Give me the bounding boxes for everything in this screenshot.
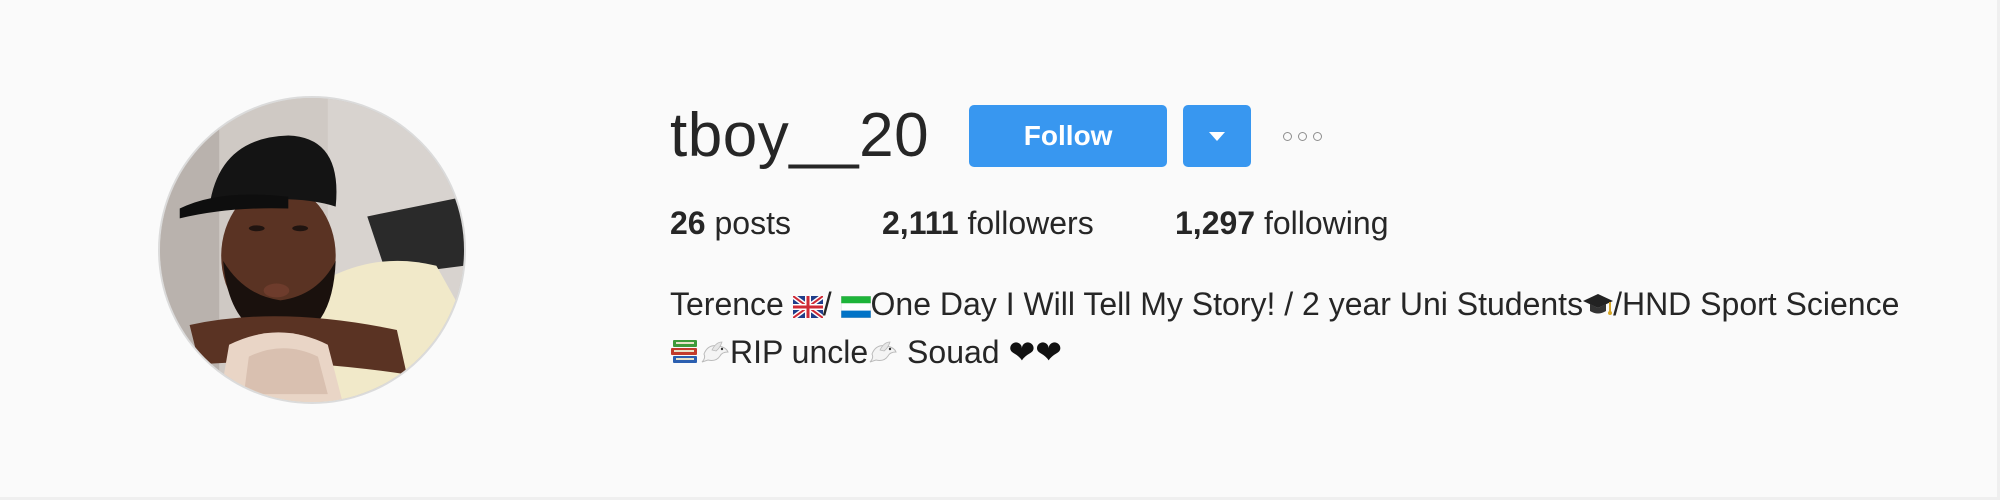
- avatar-photo: [160, 98, 464, 402]
- more-options-icon: [1298, 131, 1308, 141]
- caret-down-icon: [1209, 131, 1226, 141]
- posts-count: 26 posts: [670, 205, 882, 242]
- bio-text: Terence: [670, 286, 793, 322]
- followers-label: followers: [958, 204, 1094, 241]
- dove-icon: [869, 341, 897, 363]
- profile-stats: 26 posts 2,111 followers 1,297 following: [670, 201, 1900, 245]
- bio-text: One Day I Will Tell My Story! / 2 year U…: [870, 286, 1584, 322]
- posts-number: 26: [670, 204, 706, 241]
- follow-dropdown-button[interactable]: [1183, 105, 1252, 167]
- profile-title-row: tboy__20 Follow: [670, 96, 1900, 176]
- username: tboy__20: [670, 101, 930, 170]
- profile-header: tboy__20 Follow 26 posts 2,111 followers…: [0, 0, 2000, 500]
- dove-icon: [701, 341, 729, 363]
- following-number: 1,297: [1175, 204, 1256, 241]
- more-options-icon: [1283, 131, 1293, 141]
- profile-info: tboy__20 Follow 26 posts 2,111 followers…: [670, 96, 1900, 376]
- profile-bio: Terence / One Day I Will Tell My Story! …: [670, 280, 1910, 376]
- uk-flag-icon: [792, 296, 823, 318]
- follow-button[interactable]: Follow: [969, 105, 1168, 167]
- bio-text: Souad: [898, 334, 1009, 370]
- books-icon: [671, 340, 697, 363]
- sierra-leone-flag-icon: [840, 296, 871, 318]
- more-options-icon: [1313, 131, 1323, 141]
- graduation-cap-icon: [1583, 294, 1614, 315]
- bio-text: /: [822, 286, 841, 322]
- following-link[interactable]: 1,297 following: [1175, 205, 1388, 242]
- more-options-button[interactable]: [1283, 105, 1323, 167]
- black-hearts-icon: ❤❤: [1008, 334, 1063, 370]
- posts-label: posts: [705, 204, 791, 241]
- following-label: following: [1255, 204, 1389, 241]
- profile-avatar[interactable]: [158, 96, 466, 404]
- bio-text: /HND Sport Science: [1613, 286, 1900, 322]
- followers-link[interactable]: 2,111 followers: [882, 205, 1175, 242]
- bio-text: RIP uncle: [730, 334, 869, 370]
- followers-number: 2,111: [882, 204, 959, 241]
